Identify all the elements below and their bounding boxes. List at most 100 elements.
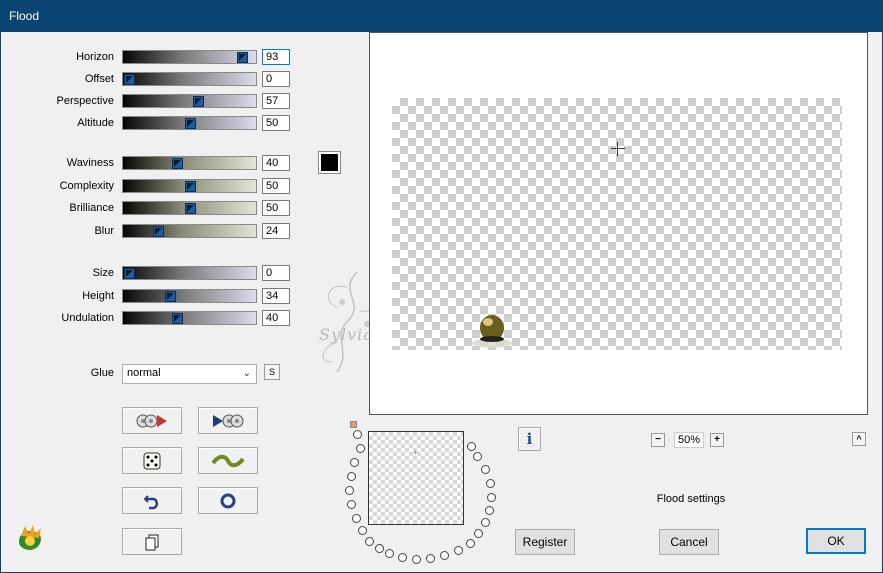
horizon-slider[interactable] [122, 50, 257, 64]
ok-label: OK [827, 534, 845, 548]
navigator-dot[interactable] [385, 549, 394, 558]
navigator-dot[interactable] [481, 518, 490, 527]
navigator-dot[interactable] [454, 546, 463, 555]
cancel-label: Cancel [670, 535, 708, 549]
navigator-dot[interactable] [473, 452, 482, 461]
size-input[interactable]: 0 [262, 265, 290, 281]
size-slider[interactable] [122, 266, 257, 280]
blur-slider-thumb[interactable] [153, 226, 164, 237]
horizon-input[interactable]: 93 [262, 49, 290, 65]
height-slider-thumb[interactable] [165, 291, 176, 302]
randomize-button[interactable] [122, 447, 182, 474]
cancel-button[interactable]: Cancel [659, 529, 719, 555]
zoom-level: 50% [674, 432, 704, 448]
title-bar: Flood [0, 0, 883, 32]
navigator-thumbnail[interactable]: + [368, 431, 464, 525]
blur-input[interactable]: 24 [262, 223, 290, 239]
reset-button[interactable] [198, 487, 258, 514]
navigator-dot[interactable] [398, 553, 407, 562]
glue-s-button[interactable]: S [264, 364, 280, 380]
waviness-label: Waviness [66, 157, 114, 169]
brilliance-slider[interactable] [122, 201, 257, 215]
copy-pages-icon [145, 534, 159, 550]
navigator-dot[interactable] [487, 493, 496, 502]
complexity-slider[interactable] [122, 179, 257, 193]
offset-input[interactable]: 0 [262, 71, 290, 87]
complexity-label: Complexity [59, 180, 114, 192]
brilliance-slider-thumb[interactable] [185, 203, 196, 214]
blur-label: Blur [94, 225, 114, 237]
waviness-input[interactable]: 40 [262, 155, 290, 171]
ok-button[interactable]: OK [806, 528, 866, 554]
collapse-button[interactable]: ^ [852, 432, 866, 446]
size-label: Size [92, 267, 114, 279]
app-logo-icon [19, 525, 41, 550]
info-button[interactable]: i [518, 427, 541, 451]
navigator-dot[interactable] [347, 472, 356, 481]
perspective-input[interactable]: 57 [262, 93, 290, 109]
navigator-dot[interactable] [481, 465, 490, 474]
size-slider-thumb[interactable] [124, 268, 135, 279]
load-preset-button[interactable] [122, 407, 182, 434]
chevron-down-icon: ⌄ [242, 368, 251, 379]
navigator-dot[interactable] [352, 514, 361, 523]
navigator-dot[interactable] [474, 529, 483, 538]
navigator-dot[interactable] [485, 506, 494, 515]
navigator-handle[interactable] [350, 421, 357, 428]
color-swatch[interactable] [318, 151, 341, 174]
preview-canvas[interactable] [369, 32, 868, 415]
navigator-dot[interactable] [353, 430, 362, 439]
perspective-slider[interactable] [122, 94, 257, 108]
navigator-dot[interactable] [467, 442, 476, 451]
navigator-dot[interactable] [345, 486, 354, 495]
height-slider[interactable] [122, 289, 257, 303]
undulation-slider[interactable] [122, 311, 257, 325]
navigator-dot[interactable] [440, 551, 449, 560]
navigator-dot[interactable] [350, 458, 359, 467]
disc-play-left-icon [136, 414, 167, 427]
perspective-slider-thumb[interactable] [193, 96, 204, 107]
crosshair-icon [611, 142, 625, 156]
complexity-input[interactable]: 50 [262, 178, 290, 194]
status-text: Flood settings [656, 493, 726, 505]
horizon-label: Horizon [76, 51, 114, 63]
navigator-dot[interactable] [347, 500, 356, 509]
navigator-dot[interactable] [365, 537, 374, 546]
navigator-dot[interactable] [375, 544, 384, 553]
register-button[interactable]: Register [515, 529, 575, 555]
zoom-in-button[interactable]: + [710, 433, 724, 447]
transparency-checker [392, 98, 842, 350]
altitude-slider-thumb[interactable] [185, 118, 196, 129]
navigator-dot[interactable] [412, 555, 421, 564]
save-preset-button[interactable] [198, 407, 258, 434]
undulation-input[interactable]: 40 [262, 310, 290, 326]
zoom-out-button[interactable]: − [651, 433, 665, 447]
complexity-slider-thumb[interactable] [185, 181, 196, 192]
glue-label: Glue [90, 367, 114, 379]
undulation-slider-thumb[interactable] [172, 313, 183, 324]
undo-button[interactable] [122, 487, 182, 514]
offset-slider[interactable] [122, 72, 257, 86]
wave-button[interactable] [198, 447, 258, 474]
altitude-input[interactable]: 50 [262, 115, 290, 131]
glue-select[interactable]: normal ⌄ [122, 364, 257, 384]
offset-label: Offset [84, 73, 114, 85]
brilliance-input[interactable]: 50 [262, 200, 290, 216]
waviness-slider[interactable] [122, 156, 257, 170]
height-label: Height [82, 290, 114, 302]
navigator-dot[interactable] [466, 539, 475, 548]
play-disc-right-icon [213, 414, 244, 427]
navigator-dot[interactable] [486, 479, 495, 488]
navigator-dot[interactable] [356, 444, 365, 453]
copy-button[interactable] [122, 528, 182, 555]
navigator-dot[interactable] [426, 554, 435, 563]
height-input[interactable]: 34 [262, 288, 290, 304]
altitude-slider[interactable] [122, 116, 257, 130]
offset-slider-thumb[interactable] [124, 74, 135, 85]
window-title: Flood [9, 9, 40, 23]
blur-slider[interactable] [122, 224, 257, 238]
navigator-dot[interactable] [358, 526, 367, 535]
undulation-label: Undulation [61, 312, 114, 324]
horizon-slider-thumb[interactable] [237, 52, 248, 63]
waviness-slider-thumb[interactable] [172, 158, 183, 169]
